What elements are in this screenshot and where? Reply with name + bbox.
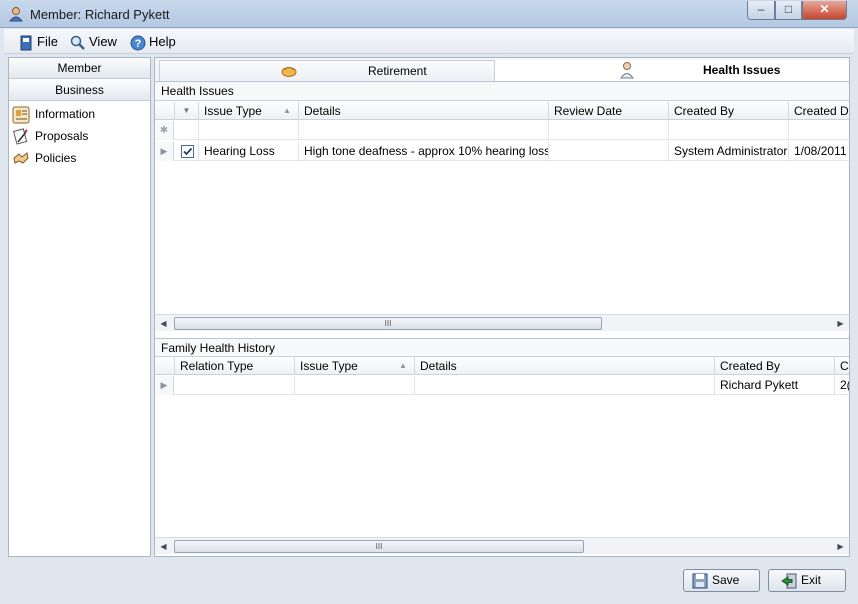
- row-checkbox[interactable]: [175, 142, 199, 161]
- column-details[interactable]: Details: [299, 102, 549, 120]
- table-cell[interactable]: [549, 121, 669, 140]
- cell-created-by[interactable]: System Administrator: [669, 142, 789, 161]
- family-history-column-header: Relation Type Issue Type ▲ Details Creat…: [155, 357, 849, 375]
- menu-view[interactable]: View: [70, 33, 117, 51]
- cell-review-date[interactable]: [549, 142, 669, 161]
- member-icon: [8, 6, 24, 22]
- menu-view-label: View: [89, 34, 117, 49]
- scroll-thumb[interactable]: III: [174, 540, 584, 553]
- tab-retirement-label: Retirement: [368, 64, 427, 78]
- column-issue-type[interactable]: Issue Type ▲: [199, 102, 299, 120]
- column-review-date[interactable]: Review Date: [549, 102, 669, 120]
- svg-text:?: ?: [135, 38, 142, 50]
- help-icon: ?: [130, 35, 146, 51]
- retirement-icon: [280, 63, 298, 79]
- row-indicator-icon[interactable]: ▶: [155, 142, 174, 161]
- nav-item-label: Policies: [35, 151, 77, 165]
- info-icon: [12, 106, 30, 124]
- column-created-date[interactable]: Created Da: [789, 102, 849, 120]
- exit-label: Exit: [801, 573, 822, 587]
- cell-issue-type[interactable]: [295, 376, 415, 395]
- exit-button[interactable]: Exit: [768, 569, 846, 592]
- close-button[interactable]: ✕: [802, 1, 847, 20]
- file-icon: [18, 35, 34, 51]
- new-row[interactable]: ✱: [155, 121, 849, 140]
- title-bar: Member: Richard Pykett – □ ✕: [0, 0, 858, 28]
- minimize-button[interactable]: –: [747, 1, 775, 20]
- main-panel: Retirement Health Issues Health Issues ▼…: [154, 57, 850, 557]
- cell-details[interactable]: [415, 376, 715, 395]
- exit-icon: [781, 573, 797, 589]
- left-nav-panel: Member Business Information Proposals Po…: [8, 57, 151, 557]
- cell-created-by[interactable]: Richard Pykett: [715, 376, 835, 395]
- save-label: Save: [712, 573, 740, 587]
- sort-ascending-icon: ▲: [399, 361, 407, 370]
- column-created-by[interactable]: Created By: [669, 102, 789, 120]
- cell-created-date[interactable]: 1/08/2011: [789, 142, 849, 161]
- new-row-asterisk-icon: ✱: [155, 121, 174, 140]
- column-issue-type[interactable]: Issue Type ▲: [295, 357, 415, 375]
- sort-ascending-icon: ▲: [283, 106, 291, 115]
- policies-icon: [12, 150, 30, 168]
- scroll-right-icon[interactable]: ▶: [832, 538, 849, 555]
- nav-item-proposals[interactable]: Proposals: [12, 126, 88, 146]
- nav-item-label: Information: [35, 107, 96, 121]
- nav-item-information[interactable]: Information: [12, 104, 95, 124]
- scroll-left-icon[interactable]: ◀: [155, 315, 172, 332]
- scroll-right-icon[interactable]: ▶: [832, 315, 849, 332]
- checkbox-checked-icon[interactable]: [181, 145, 194, 159]
- cell-relation-type[interactable]: [175, 376, 295, 395]
- table-row[interactable]: ▶ Hearing Loss High tone deafness - appr…: [155, 142, 849, 161]
- cell-issue-type[interactable]: Hearing Loss: [199, 142, 299, 161]
- row-indicator-icon[interactable]: ▶: [155, 376, 174, 395]
- column-label: Issue Type: [300, 359, 358, 373]
- maximize-button[interactable]: □: [775, 1, 802, 20]
- scroll-left-icon[interactable]: ◀: [155, 538, 172, 555]
- table-cell[interactable]: [175, 121, 199, 140]
- filter-dropdown-icon[interactable]: ▼: [175, 102, 199, 120]
- health-issues-column-header: ▼ Issue Type ▲ Details Review Date Creat…: [155, 102, 849, 120]
- nav-header-business[interactable]: Business: [9, 80, 150, 101]
- column-created-date[interactable]: C: [835, 357, 849, 375]
- column-label: Issue Type: [204, 104, 262, 118]
- nav-header-member[interactable]: Member: [9, 58, 150, 79]
- cell-details[interactable]: High tone deafness - approx 10% hearing …: [299, 142, 549, 161]
- scroll-thumb[interactable]: III: [174, 317, 602, 330]
- magnifier-icon: [70, 35, 86, 51]
- column-created-by[interactable]: Created By: [715, 357, 835, 375]
- column-details[interactable]: Details: [415, 357, 715, 375]
- column-relation-type[interactable]: Relation Type: [175, 357, 295, 375]
- window-title: Member: Richard Pykett: [30, 7, 170, 22]
- row-selector-header: [155, 357, 175, 375]
- row-selector-header: [155, 102, 175, 120]
- table-cell[interactable]: [669, 121, 789, 140]
- menu-file-label: File: [37, 34, 58, 49]
- nav-item-label: Proposals: [35, 129, 89, 143]
- table-cell[interactable]: [199, 121, 299, 140]
- save-button[interactable]: Save: [683, 569, 760, 592]
- tab-strip: Retirement Health Issues: [155, 58, 849, 82]
- health-issues-header: Health Issues: [155, 82, 849, 101]
- save-icon: [692, 573, 708, 589]
- proposals-icon: [12, 128, 30, 146]
- table-cell[interactable]: [299, 121, 549, 140]
- table-cell[interactable]: [789, 121, 849, 140]
- cell-created-date[interactable]: 2(: [835, 376, 849, 395]
- table-row[interactable]: ▶ Richard Pykett 2(: [155, 376, 849, 395]
- menu-bar: File View ? Help: [4, 29, 854, 54]
- tab-health-issues-label: Health Issues: [703, 63, 781, 77]
- health-icon: [619, 61, 635, 79]
- menu-file[interactable]: File: [18, 33, 58, 51]
- family-history-scrollbar[interactable]: ◀ III ▶: [155, 537, 849, 554]
- tab-retirement[interactable]: Retirement: [159, 60, 495, 81]
- tab-health-issues[interactable]: Health Issues: [495, 60, 849, 81]
- menu-help-label: Help: [149, 34, 176, 49]
- menu-help[interactable]: ? Help: [130, 33, 176, 51]
- nav-item-policies[interactable]: Policies: [12, 148, 76, 168]
- family-history-header: Family Health History: [155, 338, 849, 357]
- health-issues-scrollbar[interactable]: ◀ III ▶: [155, 314, 849, 331]
